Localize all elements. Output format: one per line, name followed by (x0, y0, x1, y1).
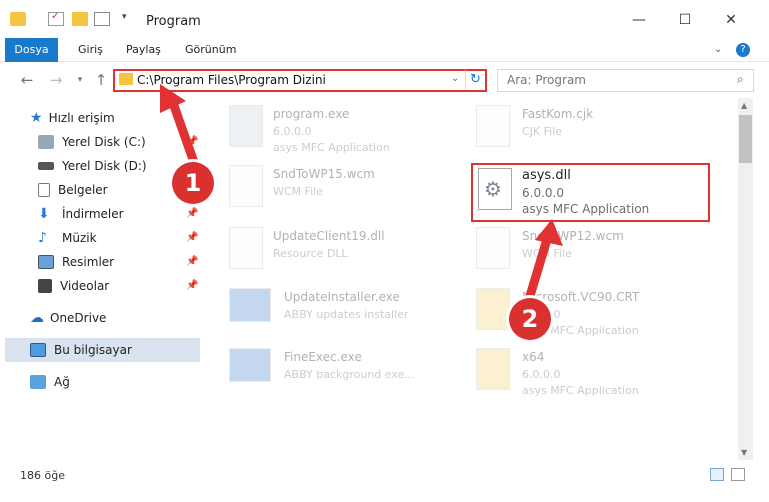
arrow-2-head (535, 219, 563, 246)
arrow-1 (167, 95, 201, 173)
step-badge-2: 2 (509, 298, 551, 340)
annotation-arrows (160, 84, 563, 301)
arrow-2 (525, 231, 553, 301)
step-badge-1: 1 (172, 162, 214, 204)
